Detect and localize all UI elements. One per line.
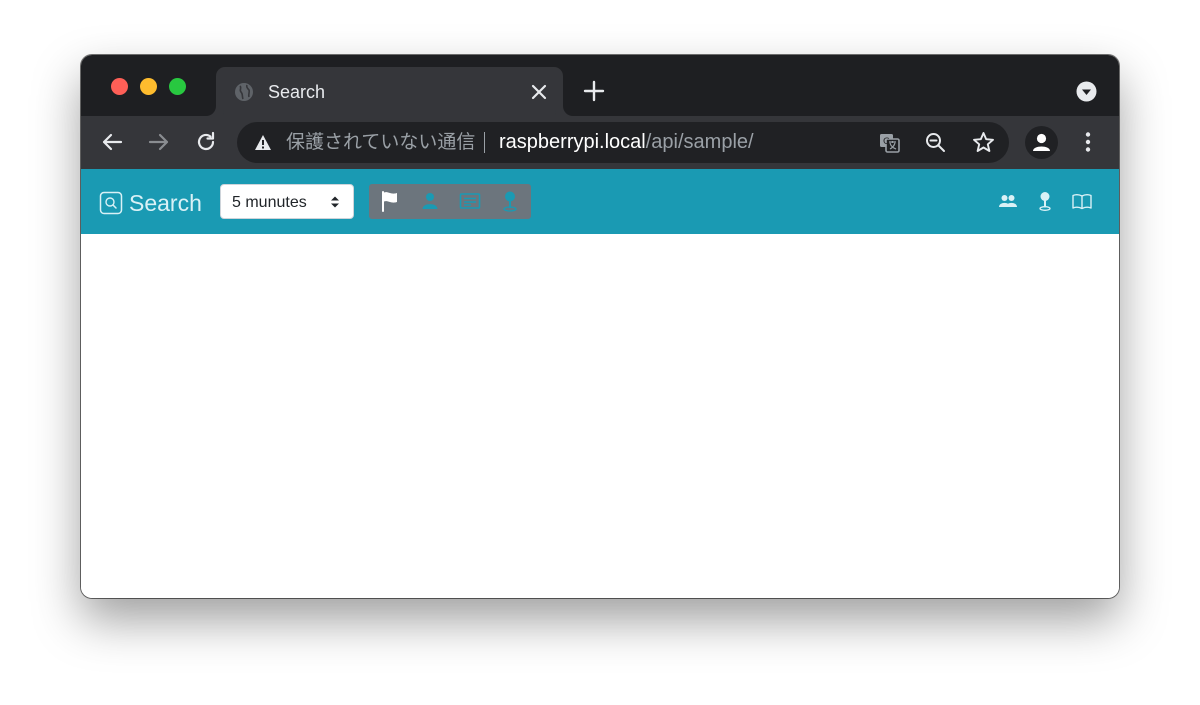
minimize-window-button[interactable] [140,78,157,95]
interval-select-value: 5 munutes [232,194,307,211]
profile-avatar[interactable] [1025,126,1058,159]
back-icon[interactable] [100,130,124,154]
tab-title: Search [268,82,326,102]
search-icon [99,191,123,215]
warning-icon[interactable] [254,134,272,151]
view-button-group [369,184,531,219]
tab-search-icon[interactable] [1076,81,1097,102]
message-icon[interactable] [459,190,481,212]
translate-icon[interactable]: G [878,131,901,154]
close-window-button[interactable] [111,78,128,95]
map-pin-icon[interactable] [1034,190,1056,212]
not-secure-label: 保護されていない通信 [286,132,476,153]
reload-icon[interactable] [194,130,218,154]
browser-toolbar: 保護されていない通信 raspberrypi.local/api/sample/… [81,116,1119,169]
brand[interactable]: Search [99,189,202,217]
url-path: /api/sample/ [645,131,754,153]
new-tab-icon[interactable] [583,80,605,102]
bookmark-star-icon[interactable] [972,131,995,154]
users-icon[interactable] [997,190,1019,212]
zoom-out-icon[interactable] [924,131,947,154]
app-navbar: Search 5 munutes [81,169,1119,234]
url-text[interactable]: raspberrypi.local/api/sample/ [499,131,754,154]
title-bar: Search [81,55,1119,116]
address-bar[interactable]: 保護されていない通信 raspberrypi.local/api/sample/… [237,122,1009,163]
flag-icon[interactable] [379,190,401,212]
sort-caret-icon [331,196,339,208]
address-separator [484,132,485,153]
svg-text:G: G [883,137,890,147]
book-icon[interactable] [1071,190,1093,212]
more-options-icon[interactable] [1076,130,1100,154]
brand-label: Search [129,190,202,216]
maximize-window-button[interactable] [169,78,186,95]
close-tab-icon[interactable] [529,82,549,102]
map-pin-icon[interactable] [499,190,521,212]
url-host: raspberrypi.local [499,131,646,153]
browser-window: Search 保護されていない通信 raspberrypi.local/api/… [81,55,1119,598]
person-icon [1033,133,1050,151]
person-icon[interactable] [419,190,441,212]
interval-select[interactable]: 5 munutes [220,184,354,219]
forward-icon[interactable] [147,130,171,154]
page-content [81,234,1119,598]
browser-tab[interactable]: Search [216,67,563,116]
globe-icon [235,83,253,101]
